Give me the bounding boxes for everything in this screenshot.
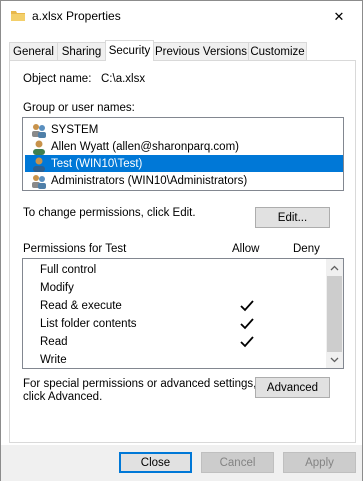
apply-button[interactable]: Apply bbox=[283, 452, 356, 473]
permission-row-read: Read bbox=[24, 334, 330, 352]
permissions-scrollbar[interactable] bbox=[326, 259, 343, 368]
close-button[interactable]: Close bbox=[119, 452, 192, 473]
advanced-button-label: Advanced bbox=[266, 381, 319, 394]
advanced-hint-line-1: For special permissions or advanced sett… bbox=[23, 378, 257, 390]
cancel-button[interactable]: Cancel bbox=[201, 452, 274, 473]
chevron-up-icon bbox=[330, 265, 339, 270]
deny-column-header: Deny bbox=[293, 243, 320, 255]
tab-previous-versions[interactable]: Previous Versions bbox=[153, 42, 249, 61]
tab-label: General bbox=[13, 46, 54, 58]
permission-row-read-execute: Read & execute bbox=[24, 298, 330, 316]
security-panel: Object name: C:\a.xlsx Group or user nam… bbox=[9, 60, 356, 443]
groups-label: Group or user names: bbox=[23, 102, 135, 114]
tab-label: Customize bbox=[250, 46, 305, 58]
dialog-footer: Close Cancel Apply bbox=[1, 445, 362, 481]
edit-button[interactable]: Edit... bbox=[255, 207, 330, 228]
tab-security[interactable]: Security bbox=[105, 40, 154, 61]
scroll-up-arrow[interactable] bbox=[326, 259, 343, 276]
permission-name: Read & execute bbox=[40, 300, 122, 312]
advanced-hint-line-2: click Advanced. bbox=[23, 391, 103, 403]
group-users-icon bbox=[31, 173, 47, 189]
change-permissions-hint: To change permissions, click Edit. bbox=[23, 207, 196, 219]
permission-name: List folder contents bbox=[40, 318, 137, 330]
apply-button-label: Apply bbox=[305, 456, 334, 469]
permissions-label: Permissions for Test bbox=[23, 243, 127, 255]
permission-name: Read bbox=[40, 336, 68, 348]
close-button-label: Close bbox=[140, 456, 171, 469]
object-name-label: Object name: bbox=[23, 73, 92, 85]
allow-checkmark-icon bbox=[240, 317, 254, 331]
tab-label: Security bbox=[108, 45, 151, 57]
permission-row-write: Write bbox=[24, 352, 330, 368]
close-icon: ✕ bbox=[333, 8, 345, 24]
users-listbox[interactable]: SYSTEM Allen Wyatt (allen@sharonparq.com… bbox=[22, 117, 344, 191]
user-name: Administrators (WIN10\Administrators) bbox=[51, 174, 248, 187]
object-name-value: C:\a.xlsx bbox=[101, 73, 146, 85]
allow-checkmark-icon bbox=[240, 335, 254, 349]
permission-row-full-control: Full control bbox=[24, 262, 330, 280]
window-title: a.xlsx Properties bbox=[32, 9, 121, 23]
window-close-button[interactable]: ✕ bbox=[316, 1, 362, 32]
chevron-down-icon bbox=[330, 357, 339, 362]
properties-window: a.xlsx Properties ✕ General Sharing Secu… bbox=[0, 0, 363, 481]
user-row-administrators[interactable]: Administrators (WIN10\Administrators) bbox=[25, 172, 343, 189]
allow-checkmark-icon bbox=[240, 299, 254, 313]
scroll-down-arrow[interactable] bbox=[326, 351, 343, 368]
allow-column-header: Allow bbox=[232, 243, 260, 255]
user-icon bbox=[31, 156, 47, 172]
user-row-test[interactable]: Test (WIN10\Test) bbox=[25, 155, 343, 172]
tab-label: Sharing bbox=[61, 46, 102, 58]
user-name: SYSTEM bbox=[51, 123, 99, 136]
permission-name: Write bbox=[40, 354, 67, 366]
group-users-icon bbox=[31, 122, 47, 138]
permissions-listbox[interactable]: Full control Modify Read & execute List … bbox=[22, 258, 344, 369]
user-row-system[interactable]: SYSTEM bbox=[25, 121, 343, 138]
cancel-button-label: Cancel bbox=[219, 456, 256, 469]
permission-row-list-folder-contents: List folder contents bbox=[24, 316, 330, 334]
title-bar[interactable]: a.xlsx Properties ✕ bbox=[1, 1, 362, 33]
folder-icon bbox=[11, 10, 25, 22]
tab-label: Previous Versions bbox=[154, 46, 248, 58]
permission-name: Full control bbox=[40, 264, 97, 276]
edit-button-label: Edit... bbox=[277, 211, 308, 224]
permission-name: Modify bbox=[40, 282, 74, 294]
user-name: Allen Wyatt (allen@sharonparq.com) bbox=[51, 140, 239, 153]
tab-sharing[interactable]: Sharing bbox=[57, 42, 106, 61]
user-name: Test (WIN10\Test) bbox=[51, 157, 143, 170]
tab-strip: General Sharing Security Previous Versio… bbox=[9, 40, 307, 61]
tab-general[interactable]: General bbox=[9, 42, 58, 61]
user-icon bbox=[31, 139, 47, 155]
permission-row-modify: Modify bbox=[24, 280, 330, 298]
tab-customize[interactable]: Customize bbox=[248, 42, 307, 61]
advanced-button[interactable]: Advanced bbox=[255, 377, 330, 398]
user-row-allen-wyatt[interactable]: Allen Wyatt (allen@sharonparq.com) bbox=[25, 138, 343, 155]
scroll-thumb[interactable] bbox=[327, 276, 342, 352]
